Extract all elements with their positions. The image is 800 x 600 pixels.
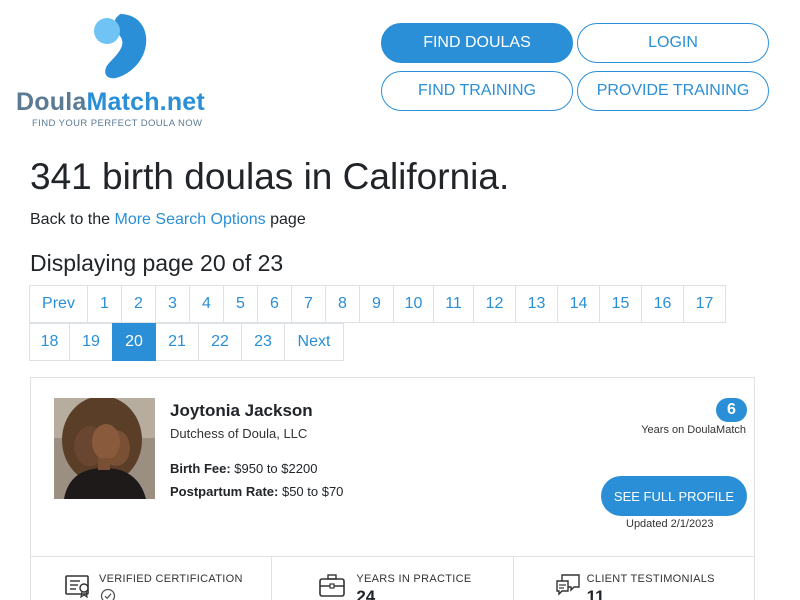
doula-card: Joytonia Jackson Dutchess of Doula, LLC … [30, 377, 755, 600]
birth-fee: Birth Fee: $950 to $2200 [170, 461, 317, 476]
pagination-page[interactable]: 13 [515, 285, 558, 323]
birth-fee-value: $950 to $2200 [230, 461, 318, 476]
pagination-page[interactable]: 15 [599, 285, 642, 323]
back-to-search-line: Back to the More Search Options page [30, 211, 306, 229]
doulamatch-logo-icon [94, 14, 147, 79]
pagination-page[interactable]: 4 [189, 285, 224, 323]
doula-photo[interactable] [54, 398, 155, 499]
postpartum-rate-value: $50 to $70 [278, 484, 344, 499]
pagination-page[interactable]: 16 [641, 285, 684, 323]
pagination-row-1: Prev 1 2 3 4 5 6 7 8 9 10 11 12 13 14 15… [29, 285, 726, 323]
more-search-options-link[interactable]: More Search Options [115, 211, 266, 228]
back-suffix-text: page [265, 211, 306, 228]
pagination-page[interactable]: 2 [121, 285, 156, 323]
years-on-site-badge: 6 [716, 398, 747, 422]
find-doulas-button[interactable]: FIND DOULAS [381, 23, 573, 63]
back-prefix-text: Back to the [30, 211, 115, 228]
testimonials-label: CLIENT TESTIMONIALS [586, 573, 715, 585]
displaying-page-heading: Displaying page 20 of 23 [30, 250, 284, 276]
certificate-icon [65, 575, 89, 599]
check-circle-icon [100, 588, 116, 600]
pagination-page[interactable]: 11 [433, 285, 474, 323]
stat-years-in-practice: YEARS IN PRACTICE 24 [272, 557, 514, 600]
pagination-next[interactable]: Next [284, 323, 344, 361]
pagination-page[interactable]: 21 [155, 323, 199, 361]
page-title: 341 birth doulas in California. [30, 156, 510, 197]
login-button[interactable]: LOGIN [577, 23, 769, 63]
pagination-page[interactable]: 7 [291, 285, 326, 323]
pagination-page[interactable]: 5 [223, 285, 258, 323]
pagination-page[interactable]: 18 [29, 323, 70, 361]
doula-portrait-image [54, 398, 155, 499]
briefcase-icon [319, 574, 346, 597]
years-in-practice-label: YEARS IN PRACTICE [356, 573, 472, 585]
doula-company: Dutchess of Doula, LLC [170, 426, 308, 441]
doula-name[interactable]: Joytonia Jackson [170, 401, 313, 421]
pagination-page[interactable]: 12 [473, 285, 516, 323]
pagination-current-page[interactable]: 20 [112, 323, 156, 361]
pagination-page[interactable]: 17 [683, 285, 726, 323]
stat-testimonials: CLIENT TESTIMONIALS 11 [514, 557, 754, 600]
birth-fee-label: Birth Fee: [170, 461, 231, 476]
provide-training-button[interactable]: PROVIDE TRAINING [577, 71, 769, 111]
pagination-page[interactable]: 1 [87, 285, 122, 323]
years-on-site-label: Years on DoulaMatch [641, 424, 746, 436]
chat-bubbles-icon [555, 574, 580, 596]
postpartum-rate-label: Postpartum Rate: [170, 484, 279, 499]
testimonials-value: 11 [586, 587, 605, 600]
site-logo[interactable]: DoulaMatch.net FIND YOUR PERFECT DOULA N… [16, 12, 226, 132]
certification-label: VERIFIED CERTIFICATION [99, 573, 243, 585]
logo-tagline: FIND YOUR PERFECT DOULA NOW [32, 118, 203, 129]
pagination-page[interactable]: 23 [241, 323, 285, 361]
pagination-page[interactable]: 19 [69, 323, 113, 361]
postpartum-rate: Postpartum Rate: $50 to $70 [170, 484, 343, 499]
pagination-page[interactable]: 9 [359, 285, 394, 323]
doula-stats: VERIFIED CERTIFICATION YEARS IN PRACTICE… [31, 556, 754, 600]
see-full-profile-button[interactable]: SEE FULL PROFILE [601, 476, 747, 516]
pagination-page[interactable]: 14 [557, 285, 600, 323]
pagination-page[interactable]: 6 [257, 285, 292, 323]
updated-date: Updated 2/1/2023 [626, 518, 714, 530]
pagination-page[interactable]: 8 [325, 285, 360, 323]
stat-certification: VERIFIED CERTIFICATION [31, 557, 273, 600]
pagination-page[interactable]: 22 [198, 323, 242, 361]
pagination-page[interactable]: 10 [393, 285, 434, 323]
pagination-row-2: 18 19 20 21 22 23 Next [29, 323, 344, 361]
pagination-prev[interactable]: Prev [29, 285, 88, 323]
find-training-button[interactable]: FIND TRAINING [381, 71, 573, 111]
logo-wordmark: DoulaMatch.net [16, 88, 205, 116]
pagination-page[interactable]: 3 [155, 285, 190, 323]
years-in-practice-value: 24 [356, 587, 376, 600]
